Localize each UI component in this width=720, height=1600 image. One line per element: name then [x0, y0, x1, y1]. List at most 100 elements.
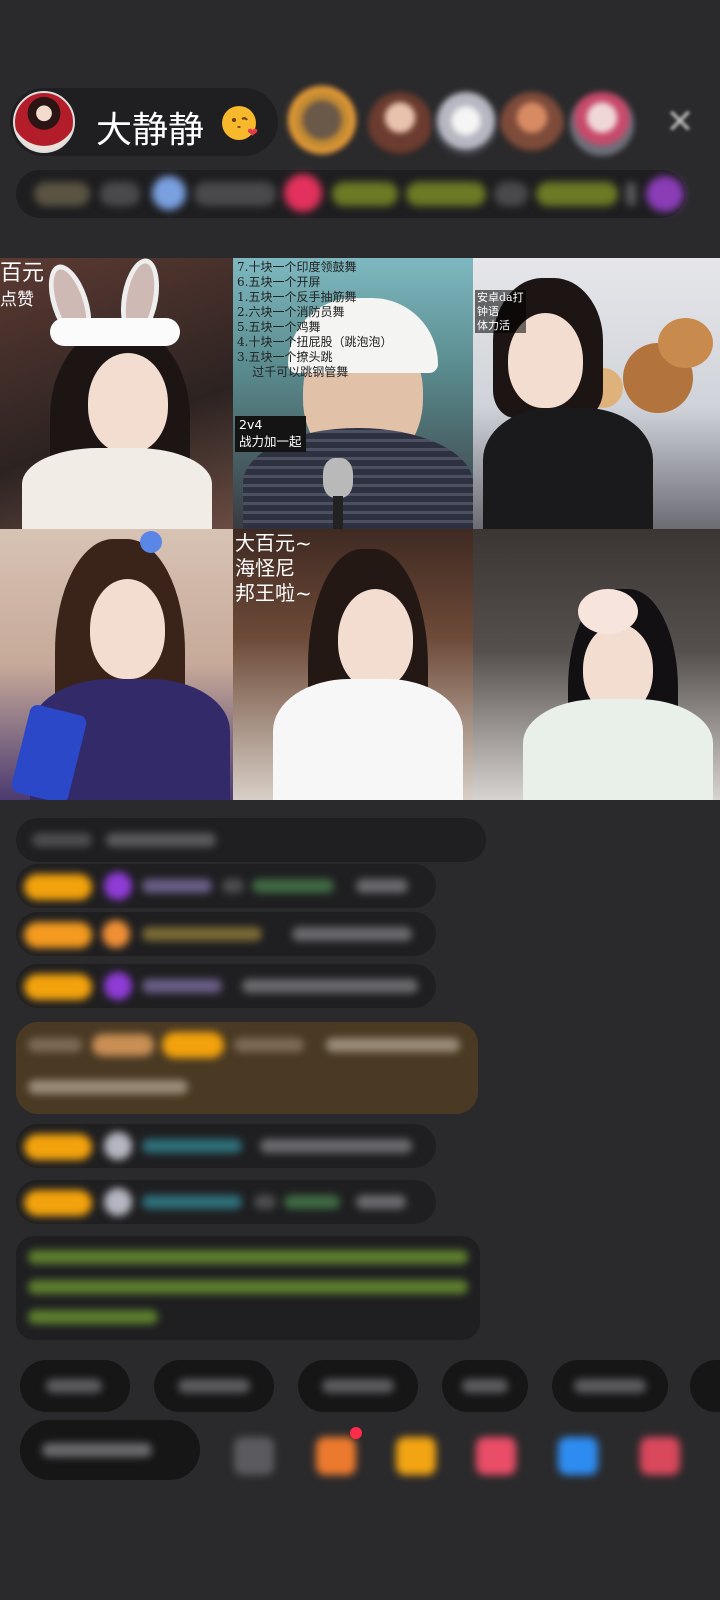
video-tile-2[interactable]: 7.十块一个印度领鼓舞 6.五块一个开屏 1.五块一个反手抽筋舞 2.六块一个消…: [233, 258, 473, 529]
teddy-bear-head: [658, 318, 713, 368]
streamer-face: [338, 589, 413, 689]
host-avatar[interactable]: [13, 91, 75, 153]
top-viewer-avatar-3[interactable]: [434, 92, 498, 156]
level-badge: [92, 1034, 154, 1056]
badge-icon[interactable]: [646, 176, 684, 212]
quick-action-1[interactable]: [20, 1360, 130, 1412]
tile3-overlay-text: 安卓da打 钟语 体力活: [475, 290, 526, 334]
promo-text-3: [494, 182, 528, 206]
menu-line-1: 7.十块一个印度领鼓舞: [237, 260, 357, 274]
top-viewer-avatar-1[interactable]: [288, 86, 356, 154]
menu-line-3: 1.五块一个反手抽筋舞: [237, 290, 357, 304]
bunny-sticker: [578, 589, 638, 634]
flower-hairpin-icon: [140, 531, 162, 553]
fan-badge: [24, 1190, 92, 1216]
tile3-line-1: 安卓da打: [477, 291, 524, 304]
avatar-icon: [104, 1132, 132, 1160]
chat-message-system: [16, 818, 486, 862]
chat-text: [254, 1195, 276, 1209]
microphone-stand: [333, 496, 343, 529]
tile2-menu-text: 7.十块一个印度领鼓舞 6.五块一个开屏 1.五块一个反手抽筋舞 2.六块一个消…: [237, 260, 392, 380]
quick-action-2[interactable]: [154, 1360, 274, 1412]
announcement-line-1: [28, 1250, 468, 1264]
video-tile-6[interactable]: [473, 529, 720, 800]
fan-badge: [24, 874, 92, 900]
video-tile-1[interactable]: 百元 点赞: [0, 258, 233, 529]
quick-action-label: [46, 1379, 102, 1393]
streamer-face: [90, 579, 165, 679]
caption-line-2: 战力加一起: [239, 433, 302, 449]
chat-username: [142, 879, 212, 893]
quick-action-label: [322, 1379, 394, 1393]
tile1-overlay-line-2: 点赞: [0, 290, 34, 310]
quick-action-label: [574, 1379, 646, 1393]
video-tile-5[interactable]: 大百元~ 海怪尼 邦王啦~: [233, 529, 473, 800]
more-icon[interactable]: [234, 1437, 274, 1475]
chat-message[interactable]: [16, 964, 436, 1008]
chat-message[interactable]: [16, 1180, 436, 1224]
top-viewer-avatar-5[interactable]: [570, 92, 634, 156]
quick-action-4[interactable]: [442, 1360, 528, 1412]
chat-message[interactable]: [16, 864, 436, 908]
chat-username: [142, 927, 262, 941]
treasure-icon[interactable]: [396, 1437, 436, 1475]
promo-text-2: [406, 182, 486, 206]
avatar-icon: [104, 1188, 132, 1216]
pk-icon[interactable]: [476, 1437, 516, 1475]
microphone-icon: [323, 458, 353, 498]
chat-text: [356, 1195, 406, 1209]
chat-text: [106, 833, 216, 847]
diamond-gem-icon: [104, 872, 132, 900]
quick-action-label: [178, 1379, 250, 1393]
lace-headband: [50, 318, 180, 346]
quick-action-5[interactable]: [552, 1360, 668, 1412]
chat-message[interactable]: [16, 912, 436, 956]
promo-text-1: [332, 182, 398, 206]
tile3-line-3: 体力活: [477, 318, 510, 332]
quick-action-6[interactable]: [690, 1360, 720, 1412]
chevron-icon[interactable]: [626, 182, 636, 206]
streamer-body: [22, 448, 212, 529]
chat-text: [326, 1038, 460, 1052]
gift-icon[interactable]: [152, 176, 186, 210]
fan-badge: [24, 922, 92, 948]
streamer-body: [483, 408, 653, 529]
notification-dot-icon: [350, 1427, 362, 1439]
comment-input[interactable]: [20, 1420, 200, 1480]
gift-box-icon[interactable]: [316, 1437, 356, 1475]
quick-action-3[interactable]: [298, 1360, 418, 1412]
fan-badge: [24, 1134, 92, 1160]
host-info-pill[interactable]: 大静静 ❤: [10, 88, 278, 156]
chat-text: [356, 879, 408, 893]
chat-text: [252, 879, 334, 893]
quick-action-label: [462, 1379, 508, 1393]
chat-text: [28, 1080, 188, 1094]
tile5-line-2: 海怪尼: [235, 556, 295, 580]
store-icon[interactable]: [640, 1437, 680, 1475]
menu-line-4: 2.六块一个消防员舞: [237, 305, 345, 319]
chat-username: [142, 1139, 242, 1153]
announcement-line-2: [28, 1280, 468, 1294]
fan-badge: [162, 1032, 224, 1058]
tile2-caption: 2v4 战力加一起: [235, 416, 306, 452]
top-viewer-avatar-2[interactable]: [368, 92, 432, 156]
chat-message[interactable]: [16, 1124, 436, 1168]
video-tile-4[interactable]: [0, 529, 233, 800]
hot-icon[interactable]: [284, 174, 322, 212]
menu-line-5: 5.五块一个鸡舞: [237, 320, 321, 334]
tile3-line-2: 钟语: [477, 304, 499, 318]
chat-message-highlight[interactable]: [16, 1022, 478, 1114]
heart-icon: ❤: [247, 126, 258, 141]
streamer-body: [523, 699, 713, 800]
video-tile-3[interactable]: 安卓da打 钟语 体力活: [473, 258, 720, 529]
chat-text: [292, 927, 412, 941]
share-icon[interactable]: [558, 1437, 598, 1475]
room-info-bar[interactable]: [16, 170, 686, 218]
diamond-gem-icon: [104, 972, 132, 1000]
chat-text: [284, 1195, 340, 1209]
top-viewer-avatar-4[interactable]: [500, 92, 564, 156]
close-icon[interactable]: ✕: [662, 104, 698, 140]
chat-text: [222, 879, 244, 893]
chat-text: [242, 979, 418, 993]
streamer-body: [273, 679, 463, 800]
